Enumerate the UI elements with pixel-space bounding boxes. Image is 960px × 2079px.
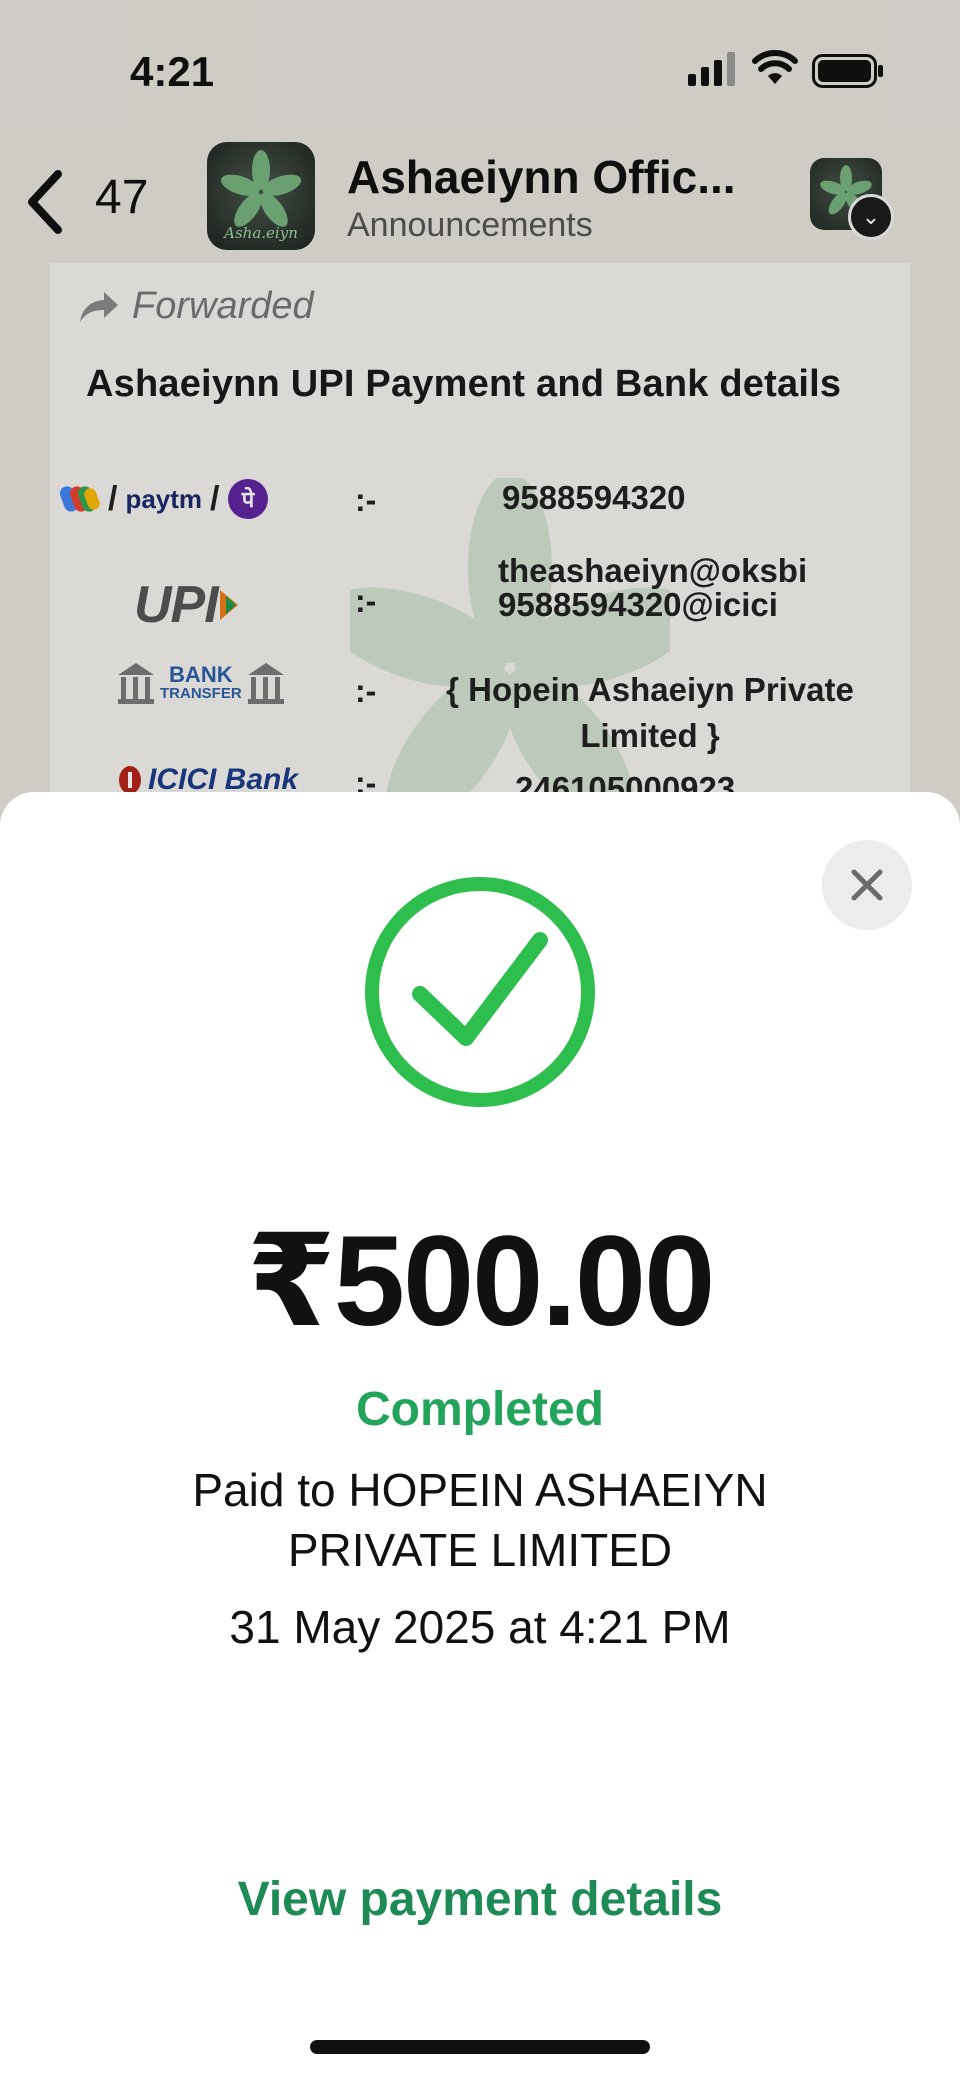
payment-amount: ₹500.00 [246,1210,716,1353]
close-button[interactable] [822,840,912,930]
home-indicator[interactable] [310,2040,650,2054]
payment-timestamp: 31 May 2025 at 4:21 PM [229,1601,731,1653]
view-payment-details-link[interactable]: View payment details [0,1872,960,1927]
payment-success-sheet: ₹500.00 Completed Paid to HOPEIN ASHAEIY… [0,792,960,2079]
close-icon [851,869,883,901]
payment-status: Completed [355,1383,604,1436]
check-circle-icon [365,877,595,1107]
payee-text: Paid to HOPEIN ASHAEIYN PRIVATE LIMITED [192,1464,768,1576]
